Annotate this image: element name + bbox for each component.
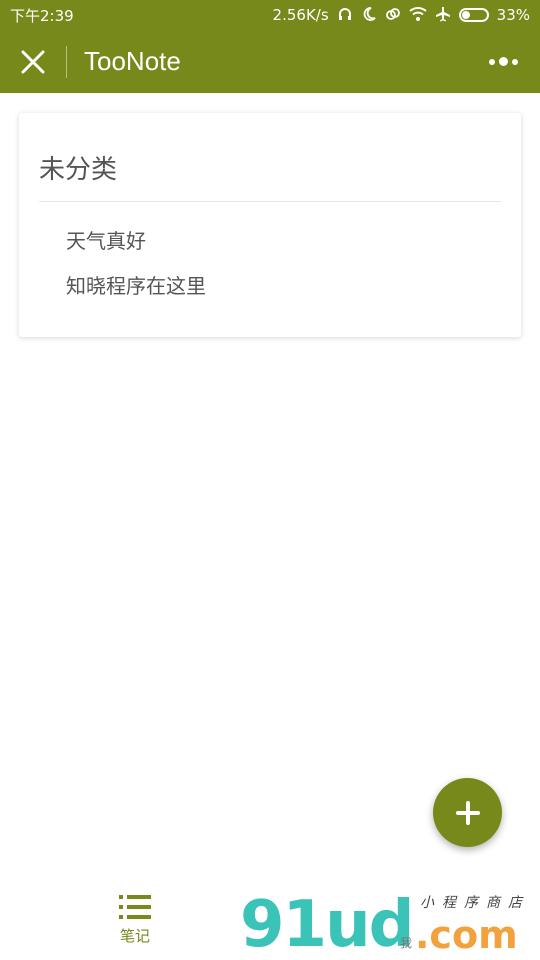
tab-notes[interactable]: 笔记: [95, 878, 175, 960]
note-item[interactable]: 天气真好: [66, 225, 146, 254]
plus-icon: [455, 800, 480, 825]
battery-icon: [458, 8, 489, 22]
battery-level: [461, 11, 470, 19]
tab-notes-label: 笔记: [119, 926, 150, 945]
list-icon: [119, 894, 151, 919]
note-item[interactable]: 知晓程序在这里: [66, 270, 206, 299]
more-dot-icon: [498, 57, 508, 66]
close-icon: [21, 50, 45, 73]
sync-icon: [385, 6, 401, 25]
watermark-slogan: 小程序商店: [420, 895, 530, 911]
more-dot-icon: [488, 58, 495, 65]
network-speed: 2.56K/s: [272, 6, 329, 24]
wifi-icon: [408, 6, 427, 25]
watermark-brand: 91ud: [240, 888, 414, 960]
page-title: TooNote: [84, 46, 181, 76]
more-dot-icon: [511, 58, 518, 65]
close-button[interactable]: [0, 30, 66, 93]
status-bar: 下午2:39 2.56K/s 33%: [0, 0, 540, 30]
watermark-logo: 91ud 小程序商店 我 .com: [240, 890, 540, 960]
more-menu-button[interactable]: [478, 30, 528, 93]
add-note-button[interactable]: [433, 778, 502, 847]
watermark-domain: .com: [415, 913, 518, 957]
category-title[interactable]: 未分类: [39, 149, 117, 186]
status-indicators: 2.56K/s 33%: [273, 6, 530, 25]
watermark-small-text: 我: [400, 936, 413, 950]
battery-percent: 33%: [496, 6, 530, 24]
card-divider: [39, 201, 501, 202]
headphones-icon: [337, 6, 353, 25]
category-card: 未分类 天气真好 知晓程序在这里: [19, 113, 521, 337]
app-navbar: TooNote: [0, 30, 540, 93]
moon-icon: [361, 6, 377, 25]
airplane-icon: [435, 6, 451, 25]
status-time: 下午2:39: [10, 6, 74, 25]
nav-divider: [66, 45, 67, 78]
